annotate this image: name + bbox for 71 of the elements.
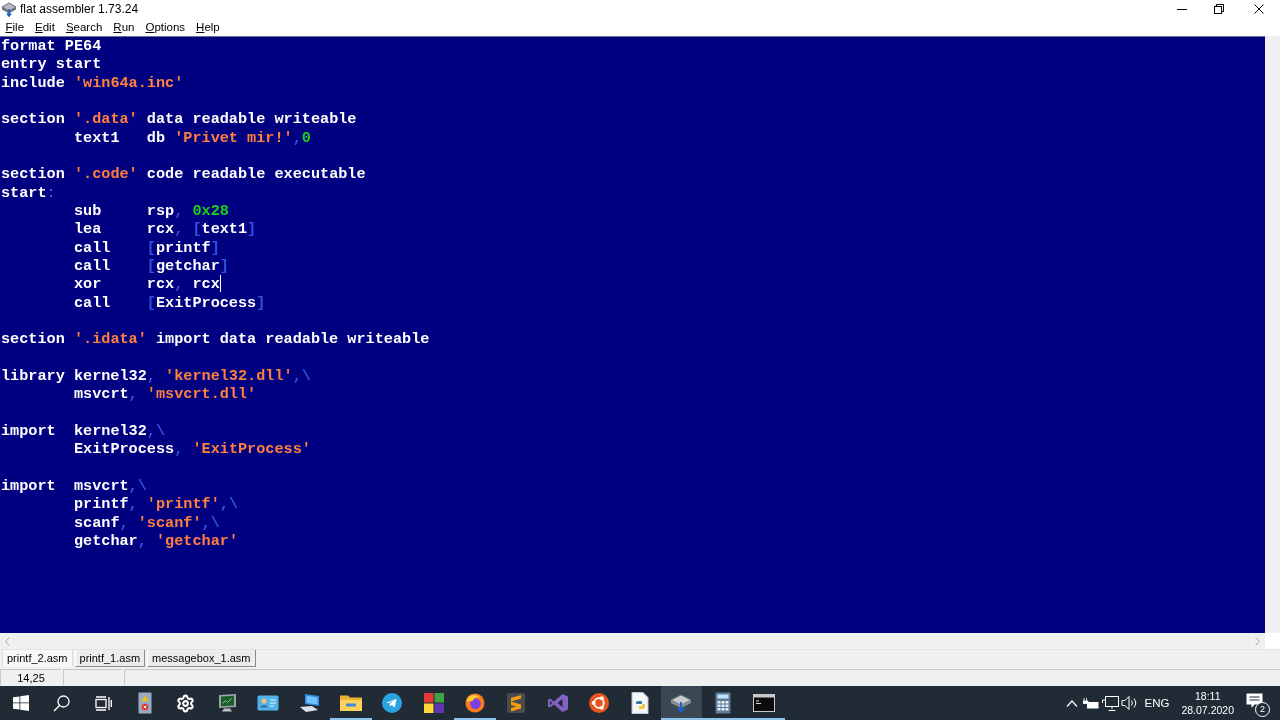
code-line: call [printf]: [73, 238, 220, 257]
code-line: printf, 'printf',\: [73, 495, 238, 514]
chevron-right-icon: [1255, 636, 1260, 646]
task-view-icon: [94, 695, 112, 711]
code-line: import msvcrt,\: [1, 476, 147, 495]
code-line: include 'win64a.inc': [1, 73, 184, 92]
network-monitor-icon: [1101, 695, 1119, 711]
code-line: import kernel32,\: [1, 421, 166, 440]
menu-item[interactable]: Edit: [29, 20, 61, 34]
file-tab[interactable]: printf_1.asm: [74, 650, 146, 667]
code-line: entry start: [1, 55, 102, 74]
ring-nodes-icon: [588, 693, 609, 713]
code-line: msvcrt, 'msvcrt.dll': [73, 385, 257, 404]
terminal-icon: [753, 694, 775, 712]
close-icon: [1254, 4, 1264, 14]
code-line: format PE64: [1, 37, 102, 55]
file-tab[interactable]: messagebox_1.asm: [147, 650, 256, 667]
code-line: scanf, 'scanf',\: [73, 513, 220, 532]
menu-item[interactable]: Help: [190, 20, 226, 34]
ribbon-icon: [547, 693, 568, 713]
fox-globe-icon: [464, 693, 485, 713]
menu-item[interactable]: Run: [107, 20, 140, 34]
id-card-icon: [257, 695, 280, 711]
calculator-icon: [714, 692, 731, 714]
code-line: lea rcx, [text1]: [73, 220, 257, 239]
code-line: section '.code' code readable executable: [1, 165, 366, 184]
code-line: sub rsp, 0x28: [73, 201, 229, 220]
clock-time[interactable]: 18:11: [1194, 689, 1221, 703]
file-tab[interactable]: printf_2.asm: [2, 650, 73, 667]
language-indicator[interactable]: ENG: [1144, 697, 1170, 709]
menu-item[interactable]: Options: [139, 20, 191, 34]
gear-icon: [176, 693, 196, 713]
status-panel: [63, 669, 122, 685]
folder-icon: [340, 694, 362, 712]
code-line: start:: [1, 183, 56, 202]
clock-date[interactable]: 28.07.2020: [1181, 703, 1234, 717]
speaker-icon: [1120, 696, 1138, 710]
code-line: call [ExitProcess]: [73, 293, 266, 312]
chevron-left-icon: [5, 636, 10, 646]
code-line: section '.idata' import data readable writeable: [1, 330, 430, 349]
chip-icon: [1, 1, 17, 17]
code-line: library kernel32, 'kernel32.dll',\: [1, 366, 311, 385]
horizontal-scrollbar[interactable]: [0, 633, 1265, 649]
code-line: getchar, 'getchar': [73, 531, 238, 550]
taskbar-button[interactable]: [660, 686, 703, 720]
computer-icon: [298, 693, 321, 713]
code-editor[interactable]: [0, 36, 1265, 633]
document-warning-icon: [137, 692, 152, 714]
restore-icon: [1214, 4, 1224, 14]
code-line: ExitProcess, 'ExitProcess': [73, 440, 311, 459]
text-cursor: [219, 275, 221, 293]
minimize-icon: [1176, 8, 1187, 10]
cursor-position: 14,25: [0, 669, 61, 685]
menu-item[interactable]: File: [0, 20, 30, 34]
monitor-icon: [216, 693, 239, 713]
code-line: call [getchar]: [73, 256, 229, 275]
code-line: text1 db 'Privet mir!',0: [73, 128, 311, 147]
chip-icon: [670, 693, 693, 713]
battery-plug-icon: [1083, 697, 1099, 709]
menu-item[interactable]: Search: [60, 20, 108, 34]
colored-squares-icon: [423, 693, 444, 713]
chevron-up-icon: [1066, 699, 1078, 707]
code-line: xor rcx, rcx: [73, 275, 220, 294]
window-title: flat assembler 1.73.24: [20, 2, 139, 16]
search-icon: [53, 694, 71, 712]
stripes-tile-icon: [507, 693, 526, 713]
code-line: section '.data' data readable writeable: [1, 110, 357, 129]
four-panes-icon: [12, 695, 29, 711]
script-document-icon: [631, 692, 650, 714]
paper-plane-icon: [382, 693, 403, 713]
notification-count: 2: [1255, 702, 1270, 717]
